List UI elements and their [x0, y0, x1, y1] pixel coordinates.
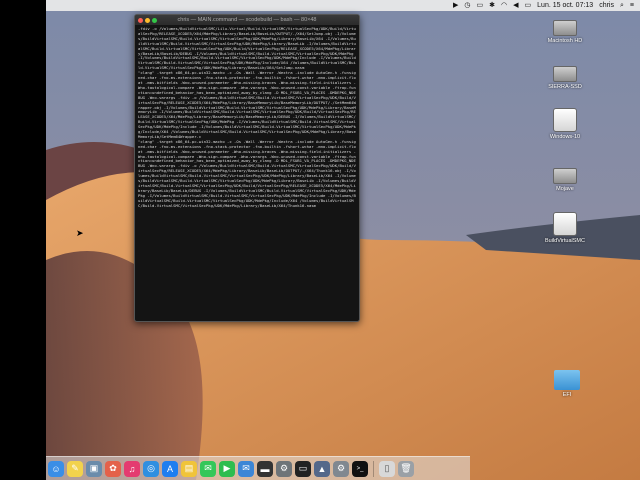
volume-icon[interactable]: ◀: [513, 0, 518, 11]
desktop-icon-label: EFI: [562, 392, 572, 398]
desktop-icon-label: SIERRA-SSD: [548, 84, 582, 90]
desktop-icon-buildvirtualsmc[interactable]: BuildVirtualSMC: [535, 212, 595, 244]
dock: ☺ ✎ ▣ ✿ ♫ ◎ A ▤ ✉ ▶ ✉ ▬ ⚙ ▭ ▲ ⚙ >_ ▯ 🗑: [46, 456, 470, 480]
dock-separator: [373, 460, 374, 477]
bluetooth-icon[interactable]: ✱: [489, 0, 495, 11]
notes-icon[interactable]: ✎: [67, 460, 83, 477]
desktop-icon-sierra-ssd[interactable]: SIERRA-SSD: [535, 66, 595, 90]
battery-icon[interactable]: ▭: [525, 0, 532, 11]
desktop-icon-label: Macintosh HD: [547, 38, 583, 44]
document-icon[interactable]: ▯: [379, 460, 395, 477]
preview-icon[interactable]: ▣: [86, 460, 102, 477]
safari-icon[interactable]: ◎: [143, 460, 159, 477]
timemachine-icon[interactable]: ◷: [464, 0, 470, 11]
hard-disk-icon: [553, 168, 577, 184]
terminal-title: chris — MAIN.command — xcodebuild — bash…: [177, 17, 317, 23]
folder-icon: [554, 370, 580, 390]
mail-icon[interactable]: ✉: [238, 460, 254, 477]
terminal-window[interactable]: chris — MAIN.command — xcodebuild — bash…: [134, 14, 360, 322]
photos-icon[interactable]: ✿: [105, 460, 121, 477]
desktop-icon-macintosh-hd[interactable]: Macintosh HD: [535, 20, 595, 44]
menubar-user[interactable]: chris: [599, 0, 614, 11]
itunes-icon[interactable]: ♫: [124, 460, 140, 477]
wifi-icon[interactable]: ◠: [501, 0, 507, 11]
finder-icon[interactable]: ☺: [48, 460, 64, 477]
hard-disk-icon: [553, 66, 577, 82]
menu-bar: ▶ ◷ ▭ ✱ ◠ ◀ ▭ Lun. 15 oct. 07:13 chris ⌕…: [46, 0, 640, 11]
desktop-icon-label: Windows-10: [549, 134, 581, 140]
desktop-icon-label: Mojave: [556, 186, 574, 192]
external-disk-icon: [553, 108, 577, 132]
hardware-icon[interactable]: ⚙: [276, 460, 292, 477]
facetime-icon[interactable]: ▶: [219, 460, 235, 477]
stickies-icon[interactable]: ▤: [181, 460, 197, 477]
menubar-clock[interactable]: Lun. 15 oct. 07:13: [537, 0, 593, 11]
mojave-icon[interactable]: ▲: [314, 460, 330, 477]
desktop-icon-mojave[interactable]: Mojave: [535, 168, 595, 192]
monitor-icon[interactable]: ▭: [295, 460, 311, 477]
appstore-icon[interactable]: A: [162, 460, 178, 477]
messages-icon[interactable]: ✉: [200, 460, 216, 477]
desktop-icon-label: BuildVirtualSMC: [545, 238, 585, 244]
desktop-icon-efi[interactable]: EFI: [537, 370, 597, 398]
system-preferences-icon[interactable]: ⚙: [333, 460, 349, 477]
terminal-dark-icon[interactable]: ▬: [257, 460, 273, 477]
mouse-pointer-icon: ➤: [76, 228, 84, 238]
terminal-icon[interactable]: >_: [352, 460, 368, 477]
external-disk-icon: [553, 212, 577, 236]
hard-disk-icon: [553, 20, 577, 36]
notification-center-icon[interactable]: ≡: [630, 0, 634, 11]
trash-icon[interactable]: 🗑: [398, 460, 414, 477]
spotlight-search-icon[interactable]: ⌕: [620, 0, 624, 11]
airplay-icon[interactable]: ▭: [477, 0, 484, 11]
play-icon[interactable]: ▶: [453, 0, 458, 11]
desktop-icon-windows-10[interactable]: Windows-10: [535, 108, 595, 140]
terminal-output[interactable]: -fdiv -o /Volumes/BuildVirtualSMC/Lilu-V…: [138, 27, 356, 319]
